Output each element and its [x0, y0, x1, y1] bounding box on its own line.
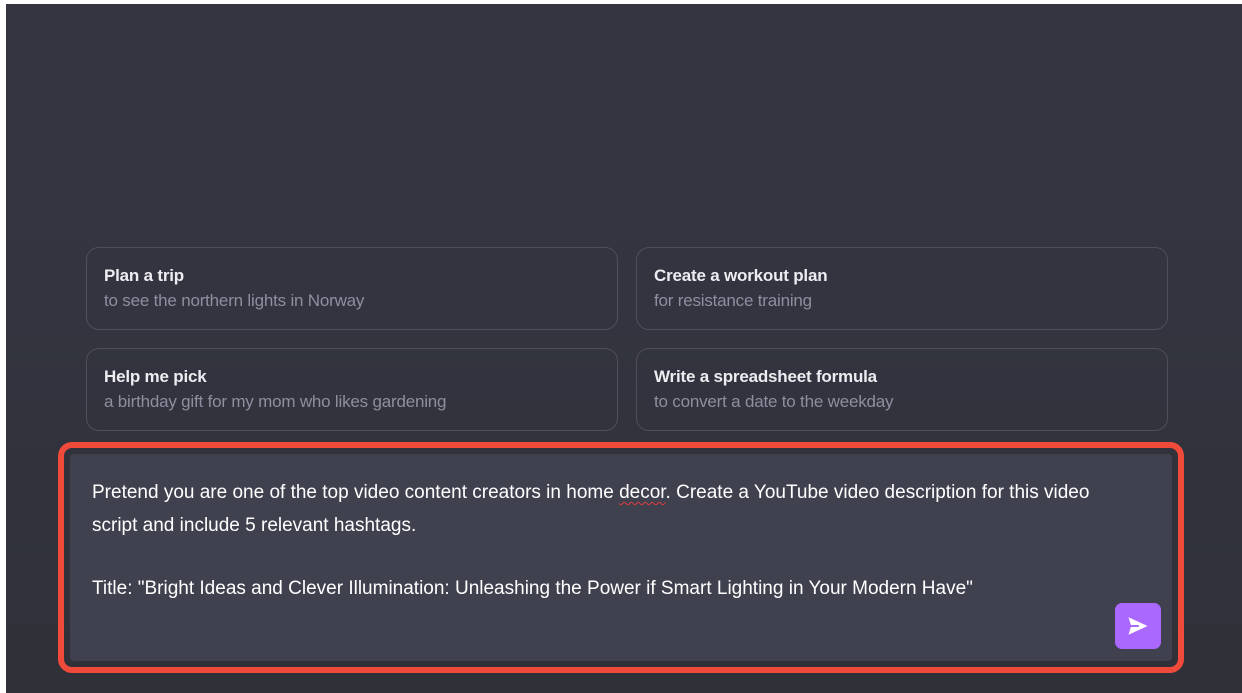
suggestion-card-help-pick[interactable]: Help me pick a birthday gift for my mom …	[86, 348, 618, 431]
suggestion-title: Plan a trip	[104, 266, 184, 285]
suggestion-grid: Plan a trip to see the northern lights i…	[86, 247, 1168, 431]
suggestion-subtitle: for resistance training	[654, 291, 812, 310]
suggestion-title: Create a workout plan	[654, 266, 828, 285]
suggestion-title: Write a spreadsheet formula	[654, 367, 877, 386]
send-icon	[1128, 617, 1148, 635]
message-input[interactable]: Pretend you are one of the top video con…	[92, 476, 1102, 605]
prompt-text: Pretend you are one of the top video con…	[92, 482, 620, 503]
suggestion-subtitle: a birthday gift for my mom who likes gar…	[104, 392, 447, 411]
spellcheck-flagged-word: decor	[619, 482, 666, 503]
suggestion-subtitle: to convert a date to the weekday	[654, 392, 894, 411]
suggestion-card-plan-trip[interactable]: Plan a trip to see the northern lights i…	[86, 247, 618, 330]
suggestion-subtitle: to see the northern lights in Norway	[104, 291, 365, 310]
suggestion-title: Help me pick	[104, 367, 207, 386]
prompt-paragraph: Pretend you are one of the top video con…	[92, 476, 1102, 542]
title-paragraph: Title: "Bright Ideas and Clever Illumina…	[92, 578, 973, 599]
suggestion-card-workout-plan[interactable]: Create a workout plan for resistance tra…	[636, 247, 1168, 330]
suggestion-card-spreadsheet-formula[interactable]: Write a spreadsheet formula to convert a…	[636, 348, 1168, 431]
send-button[interactable]	[1115, 603, 1161, 649]
message-composer[interactable]: Pretend you are one of the top video con…	[70, 454, 1172, 661]
